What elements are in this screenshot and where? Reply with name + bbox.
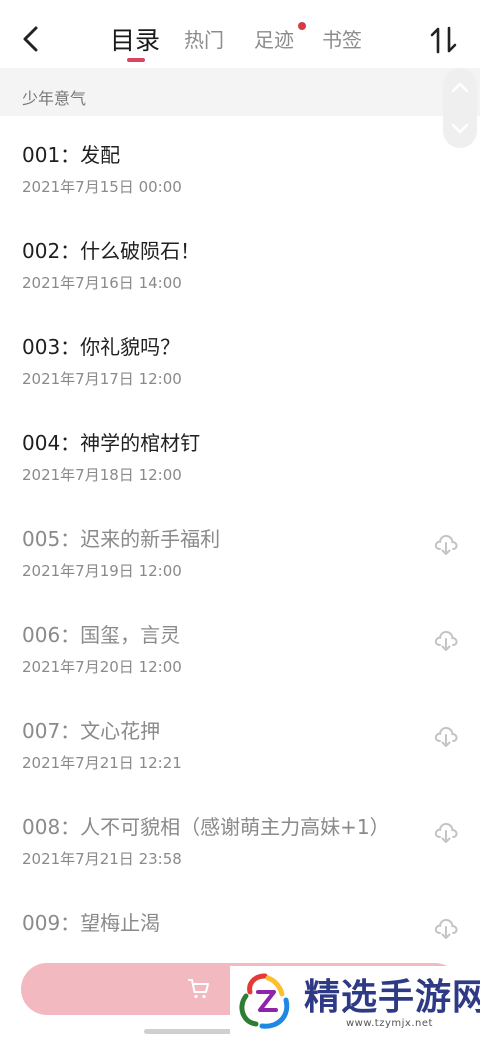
chapter-time: 2021年7月21日 12:21 <box>22 754 182 772</box>
chevron-left-icon <box>23 26 38 52</box>
sort-order-button[interactable] <box>428 24 460 56</box>
notification-dot <box>298 22 306 30</box>
chapter-title: 004：神学的棺材钉 <box>22 431 201 455</box>
chapter-item[interactable]: 001：发配 2021年7月15日 00:00 <box>0 116 480 212</box>
chapter-title: 002：什么破陨石！ <box>22 239 201 263</box>
chapter-title: 005：迟来的新手福利 <box>22 527 221 551</box>
site-logo-icon <box>239 973 290 1029</box>
chapter-item[interactable]: 005：迟来的新手福利 2021年7月19日 12:00 <box>0 500 480 596</box>
back-button[interactable] <box>14 22 48 56</box>
cloud-download-icon[interactable] <box>432 530 460 558</box>
watermark-site-name: 精选手游网 <box>304 977 480 1018</box>
active-tab-indicator <box>127 58 145 62</box>
chapter-item[interactable]: 002：什么破陨石！ 2021年7月16日 14:00 <box>0 212 480 308</box>
tab-catalog[interactable]: 目录 <box>110 21 160 57</box>
site-watermark: 精选手游网 www.tzymjx.net <box>230 966 480 1037</box>
top-nav-bar: 目录 热门 足迹 书签 <box>0 0 480 68</box>
chapter-time: 2021年7月16日 14:00 <box>22 274 182 292</box>
chapter-title: 009：望梅止渴 <box>22 911 161 935</box>
tab-popular[interactable]: 热门 <box>184 24 224 53</box>
shopping-cart-icon <box>188 979 209 999</box>
chapter-title: 001：发配 <box>22 143 121 167</box>
chapter-item[interactable]: 004：神学的棺材钉 2021年7月18日 12:00 <box>0 404 480 500</box>
chapter-time: 2021年7月15日 00:00 <box>22 178 182 196</box>
chapter-time: 2021年7月19日 12:00 <box>22 562 182 580</box>
chapter-item[interactable]: 008：人不可貌相（感谢萌主力高妹+1） 2021年7月21日 23:58 <box>0 788 480 884</box>
watermark-url: www.tzymjx.net <box>346 1018 433 1029</box>
volume-title: 少年意气 <box>22 89 87 108</box>
chapter-time: 2021年7月17日 12:00 <box>22 370 182 388</box>
chapter-list: 001：发配 2021年7月15日 00:00 002：什么破陨石！ 2021年… <box>0 116 480 980</box>
tab-bookmarks[interactable]: 书签 <box>322 24 362 53</box>
chapter-time: 2021年7月20日 12:00 <box>22 658 182 676</box>
chevron-up-icon[interactable] <box>448 76 472 100</box>
chapter-item[interactable]: 007：文心花押 2021年7月21日 12:21 <box>0 692 480 788</box>
chapter-catalog-screen: 目录 热门 足迹 书签 少年意气 001：发配 2021年7月15日 00:00… <box>0 0 480 1037</box>
chapter-title: 007：文心花押 <box>22 719 161 743</box>
sort-arrows-icon <box>430 26 457 54</box>
chapter-title: 006：国玺，言灵 <box>22 623 181 647</box>
tab-footprints[interactable]: 足迹 <box>254 24 294 53</box>
chapter-time: 2021年7月21日 23:58 <box>22 850 182 868</box>
cloud-download-icon[interactable] <box>432 818 460 846</box>
cloud-download-icon[interactable] <box>432 722 460 750</box>
cloud-download-icon[interactable] <box>432 626 460 654</box>
chapter-title: 003：你礼貌吗？ <box>22 335 181 359</box>
chapter-time: 2021年7月18日 12:00 <box>22 466 182 484</box>
cloud-download-icon[interactable] <box>432 914 460 942</box>
volume-header: 少年意气 <box>0 68 480 116</box>
chapter-item[interactable]: 006：国玺，言灵 2021年7月20日 12:00 <box>0 596 480 692</box>
chapter-item[interactable]: 003：你礼貌吗？ 2021年7月17日 12:00 <box>0 308 480 404</box>
chapter-title: 008：人不可貌相（感谢萌主力高妹+1） <box>22 815 390 839</box>
